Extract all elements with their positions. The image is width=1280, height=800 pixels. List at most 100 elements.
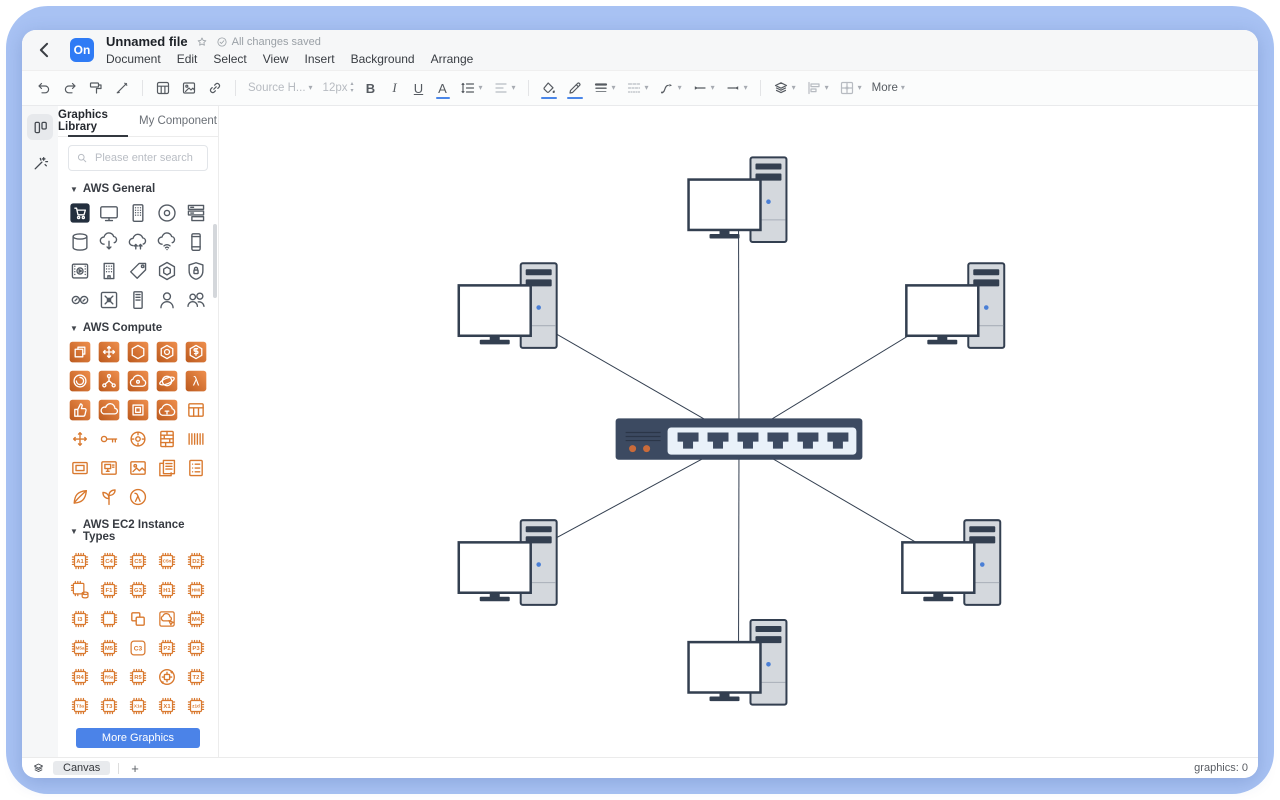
shape-ol-target[interactable] [126, 427, 150, 451]
shape-sq-move[interactable] [97, 340, 121, 364]
shape-r5a[interactable]: R5a [97, 665, 121, 689]
shape-p2[interactable]: P2 [155, 636, 179, 660]
menu-document[interactable]: Document [106, 52, 161, 66]
shape-t2[interactable]: T2 [184, 665, 208, 689]
ai-wand-button[interactable] [27, 150, 53, 176]
pc-upper-right[interactable] [906, 263, 1004, 348]
shape-c4[interactable]: C4 [97, 549, 121, 573]
font-color-button[interactable]: A [432, 76, 454, 100]
align-objects-icon[interactable]: ▾ [802, 76, 833, 100]
shape-h1[interactable]: H1 [155, 578, 179, 602]
line-style-icon[interactable]: ▾ [622, 76, 653, 100]
shape-chip-db[interactable] [68, 578, 92, 602]
document-title[interactable]: Unnamed file [106, 34, 188, 49]
shape-g-cloud-wifi[interactable] [155, 230, 179, 254]
search-input[interactable] [93, 151, 200, 165]
shape-sq-globe[interactable] [155, 369, 179, 393]
section-header-aws-general[interactable]: ▼AWS General [58, 175, 218, 199]
shape-g-mobile[interactable] [184, 230, 208, 254]
shape-sq-cloudcar[interactable] [97, 398, 121, 422]
shape-ol-barcode[interactable] [184, 427, 208, 451]
shape-g-cube[interactable] [155, 259, 179, 283]
search-box[interactable] [68, 145, 208, 171]
shape-i3[interactable]: I3 [68, 607, 92, 631]
shape-t3a[interactable]: T3a [68, 694, 92, 718]
shape-ol-docs[interactable] [155, 456, 179, 480]
font-family-icon[interactable]: Source H...▾ [244, 76, 317, 100]
tab-my-component[interactable]: My Component [138, 106, 218, 136]
menu-insert[interactable]: Insert [305, 52, 335, 66]
shape-g-building[interactable] [97, 259, 121, 283]
shape-c5n[interactable]: C5n [155, 549, 179, 573]
menu-view[interactable]: View [263, 52, 289, 66]
app-logo[interactable]: On [70, 38, 94, 62]
shape-sq-hex[interactable] [126, 340, 150, 364]
shape-c5[interactable]: C5 [126, 549, 150, 573]
shape-g-tag[interactable] [126, 259, 150, 283]
section-header-aws-compute[interactable]: ▼AWS Compute [58, 314, 218, 338]
shape-sq-cloudbrain[interactable] [155, 398, 179, 422]
shape-ol-bricks[interactable] [155, 427, 179, 451]
menu-background[interactable]: Background [351, 52, 415, 66]
shape-ol-move[interactable] [68, 427, 92, 451]
shape-ol-lambdacircle[interactable] [126, 485, 150, 509]
shape-f1[interactable]: F1 [97, 578, 121, 602]
shape-ol-image[interactable] [126, 456, 150, 480]
shape-sq-hexdollar[interactable] [184, 340, 208, 364]
shape-g-shield[interactable] [184, 259, 208, 283]
line-width-icon[interactable]: ▾ [589, 76, 620, 100]
shape-g-film[interactable] [68, 259, 92, 283]
table-icon[interactable] [151, 76, 175, 100]
shape-ol-plant[interactable] [97, 485, 121, 509]
shape-sq-lambda[interactable]: λ [184, 369, 208, 393]
shape-g-tower[interactable] [126, 288, 150, 312]
pc-lower-left[interactable] [459, 520, 557, 605]
shape-g-user[interactable] [155, 288, 179, 312]
add-page-button[interactable]: + [127, 761, 143, 776]
shape-ol-framemon[interactable] [97, 456, 121, 480]
panel-scrollbar[interactable] [213, 224, 217, 298]
shape-d2[interactable]: D2 [184, 549, 208, 573]
fill-color-icon[interactable] [537, 76, 561, 100]
shape-sq-frame[interactable] [126, 398, 150, 422]
shape-ol-leaf[interactable] [68, 485, 92, 509]
shape-g-cylinder[interactable] [68, 230, 92, 254]
menu-select[interactable]: Select [213, 52, 246, 66]
shape-m4[interactable]: M4 [184, 607, 208, 631]
shape-hmi[interactable]: HMI [184, 578, 208, 602]
shapes-library-button[interactable] [27, 114, 53, 140]
shape-sq-coil[interactable] [68, 369, 92, 393]
shape-chip-blank[interactable] [97, 607, 121, 631]
line-height-icon[interactable]: ▾ [456, 76, 487, 100]
pc-upper-left[interactable] [459, 263, 557, 348]
canvas-page-tab[interactable]: Canvas [53, 761, 110, 775]
shape-g-marketplace[interactable] [68, 201, 92, 225]
shape-ol-grid[interactable] [184, 398, 208, 422]
more-button[interactable]: More▾ [868, 76, 909, 100]
shape-ol-framedot[interactable] [68, 456, 92, 480]
shape-r4[interactable]: R4 [68, 665, 92, 689]
shape-sq-cloudgear[interactable] [126, 369, 150, 393]
shape-g-disc[interactable] [155, 201, 179, 225]
shape-sq-thumb[interactable] [68, 398, 92, 422]
shape-ol-list[interactable] [184, 456, 208, 480]
network-switch[interactable] [616, 418, 863, 459]
menu-edit[interactable]: Edit [177, 52, 198, 66]
shape-sq-copy[interactable] [68, 340, 92, 364]
network-diagram[interactable] [219, 106, 1258, 757]
shape-p3[interactable]: P3 [184, 636, 208, 660]
shape-spot[interactable] [155, 665, 179, 689]
style-brush-icon[interactable] [110, 76, 134, 100]
redo-icon[interactable] [58, 76, 82, 100]
shape-m5a[interactable]: M5a [68, 636, 92, 660]
shape-ol-keyarrow[interactable] [97, 427, 121, 451]
shape-a1[interactable]: A1 [68, 549, 92, 573]
arrow-start-icon[interactable]: ▾ [688, 76, 719, 100]
undo-icon[interactable] [32, 76, 56, 100]
pages-layers-icon[interactable] [32, 762, 45, 775]
shape-r5[interactable]: R5 [126, 665, 150, 689]
arrow-end-icon[interactable]: ▾ [721, 76, 752, 100]
shape-g-forums[interactable] [68, 288, 92, 312]
shape-g-users[interactable] [184, 288, 208, 312]
shape-g-toolbox[interactable] [97, 288, 121, 312]
